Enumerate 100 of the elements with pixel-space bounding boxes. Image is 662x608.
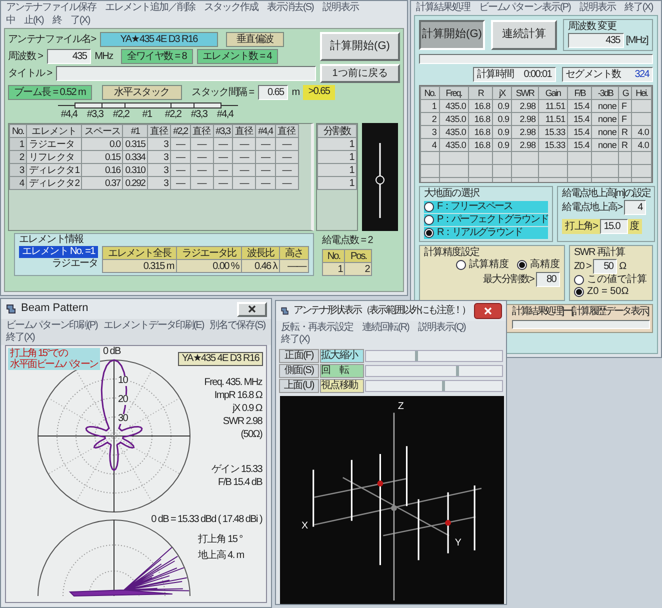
- menu-item[interactable]: 終了(X): [281, 334, 310, 346]
- table-cell: 3: [148, 138, 171, 150]
- field-label: タイトル >: [8, 68, 52, 80]
- menu-item[interactable]: 終了(X): [624, 2, 653, 14]
- slider-thumb[interactable]: [414, 350, 418, 361]
- column-header: No.: [322, 250, 345, 262]
- calc-button[interactable]: 計算開始(G): [419, 20, 485, 50]
- table-cell: 2.98: [512, 100, 538, 112]
- table-cell: 15.4: [568, 138, 592, 152]
- mode-label: 拡大縮小: [320, 348, 364, 363]
- menu-item[interactable]: 説明表示: [322, 2, 358, 14]
- group-title: SWR 再計算: [574, 247, 626, 259]
- tick-label: 30: [117, 414, 129, 424]
- table-cell: —: [256, 150, 276, 164]
- menu-item[interactable]: 終了(X): [6, 332, 34, 344]
- height-label: 地上高 4. m: [198, 550, 244, 562]
- table-cell: 1: [420, 100, 440, 112]
- polarization-label: 垂直偏波: [226, 32, 284, 47]
- unit-label: MHz: [94, 50, 113, 62]
- menu-item[interactable]: 連続回転(R): [362, 322, 409, 334]
- frequency-field[interactable]: 435: [568, 33, 624, 48]
- table-cell: 2: [420, 112, 440, 126]
- menu-item[interactable]: 別名で保存(S): [210, 320, 266, 332]
- boom-length-label: ブーム長 = 0.52 m: [8, 85, 92, 100]
- table-cell: ディレクタ1: [26, 164, 82, 176]
- table-cell: 4.0: [632, 126, 652, 138]
- calc-button[interactable]: 連続計算: [491, 20, 557, 50]
- slider-thumb[interactable]: [456, 366, 459, 376]
- mode-label: 視点移動: [320, 378, 364, 393]
- table-cell: none: [592, 138, 619, 152]
- table-cell: 0.00 %: [176, 260, 242, 272]
- field-label: 打上角>: [565, 220, 598, 232]
- height-spin-field[interactable]: 4: [624, 200, 646, 215]
- file-name-field[interactable]: YA★435 4E D3 R16: [100, 32, 218, 47]
- close-icon[interactable]: [248, 305, 256, 313]
- menu-item[interactable]: 終 了(X): [52, 14, 90, 27]
- slider-label: 上面(U): [279, 378, 319, 393]
- slider-label: 側面(S): [279, 364, 319, 378]
- table-cell: —: [170, 164, 190, 176]
- action-button[interactable]: 計算開始(G): [320, 32, 400, 61]
- stack-spacing-field[interactable]: 0.65: [258, 85, 288, 100]
- segment-count-value: 324: [634, 68, 649, 81]
- table-cell: —: [275, 138, 298, 150]
- fb-label: F/B 15.4 dB: [218, 476, 262, 489]
- field-label: スタック間隔 =: [192, 86, 254, 98]
- close-button[interactable]: [474, 303, 502, 319]
- layout-label: #2,2: [164, 109, 182, 121]
- angle-field[interactable]: 15.0: [600, 219, 628, 234]
- column-header: 直径: [190, 124, 214, 138]
- column-header: ラジエータ比: [176, 246, 242, 260]
- layout-label: #3,3: [190, 109, 208, 121]
- menu-item[interactable]: エレメントデータ印刷(E): [103, 320, 204, 332]
- table-cell: —: [232, 150, 256, 164]
- menu-item[interactable]: スタック作成: [204, 2, 258, 14]
- radio-option[interactable]: この値で計算: [574, 274, 647, 286]
- table-cell: 11.51: [538, 100, 568, 112]
- menu-item[interactable]: 表示消去(S): [267, 2, 314, 14]
- radio-option[interactable]: 試算精度: [456, 259, 509, 271]
- z0-field[interactable]: 50: [593, 259, 618, 274]
- slider-thumb[interactable]: [442, 380, 446, 391]
- column-header: 直径: [232, 124, 256, 138]
- menu-item[interactable]: アンテナファイル保存: [6, 2, 96, 14]
- field-label: 周波数 >: [8, 50, 43, 62]
- table-cell: 3: [148, 176, 171, 190]
- stat-label: ImpR 16.8 Ω: [214, 389, 262, 402]
- menu-item[interactable]: 説明表示: [579, 2, 616, 14]
- column-header: No.: [420, 86, 440, 100]
- table-cell: 15.4: [568, 112, 592, 126]
- group-title: 大地面の選択: [424, 188, 480, 200]
- radio-option[interactable]: F：フリースペース: [424, 201, 548, 213]
- table-cell: 1: [322, 262, 345, 276]
- table-cell: 1: [318, 176, 356, 190]
- title-field[interactable]: [56, 66, 316, 81]
- unit-label: m: [292, 86, 300, 98]
- menu-item[interactable]: ビームパターン印刷(P): [6, 320, 98, 332]
- table-cell: —: [275, 150, 298, 164]
- menu-item[interactable]: 中 止(K): [6, 14, 44, 27]
- menu-item[interactable]: エレメント追加／削除: [105, 2, 195, 14]
- radio-option[interactable]: Z0 = 50Ω: [574, 286, 629, 298]
- radio-option[interactable]: P：パーフェクトグラウンド: [424, 214, 548, 226]
- stat-label: SWR 2.98: [222, 415, 262, 428]
- max-segments-field[interactable]: 80: [536, 272, 560, 287]
- menu-item[interactable]: 説明表示(Q): [418, 322, 466, 334]
- field-label: 最大分割数>: [482, 274, 534, 286]
- table-cell: F: [618, 100, 632, 112]
- menu-item[interactable]: ビームパターン表示(P): [479, 2, 570, 14]
- table-cell: 1: [318, 164, 356, 176]
- frequency-field[interactable]: 435: [46, 49, 91, 64]
- menu-item[interactable]: 反転・再表示設定: [281, 322, 353, 334]
- radio-option[interactable]: 高精度: [517, 259, 560, 271]
- column-header: 直径: [148, 124, 171, 138]
- table-cell: 3: [10, 164, 26, 176]
- column-header: R: [468, 86, 493, 100]
- column-header: エレメント全長: [102, 246, 176, 260]
- radio-option[interactable]: R：リアルグラウンド: [424, 227, 548, 239]
- menu-item[interactable]: 計算結果処理: [416, 2, 470, 14]
- action-button[interactable]: 1つ前に戻る: [320, 64, 400, 83]
- table-cell: 15.4: [568, 126, 592, 138]
- history-label: 計算結果処理]ー[計算履歴データ表示]: [512, 306, 648, 318]
- feed-count-label: 給電点数 = 2: [322, 235, 372, 247]
